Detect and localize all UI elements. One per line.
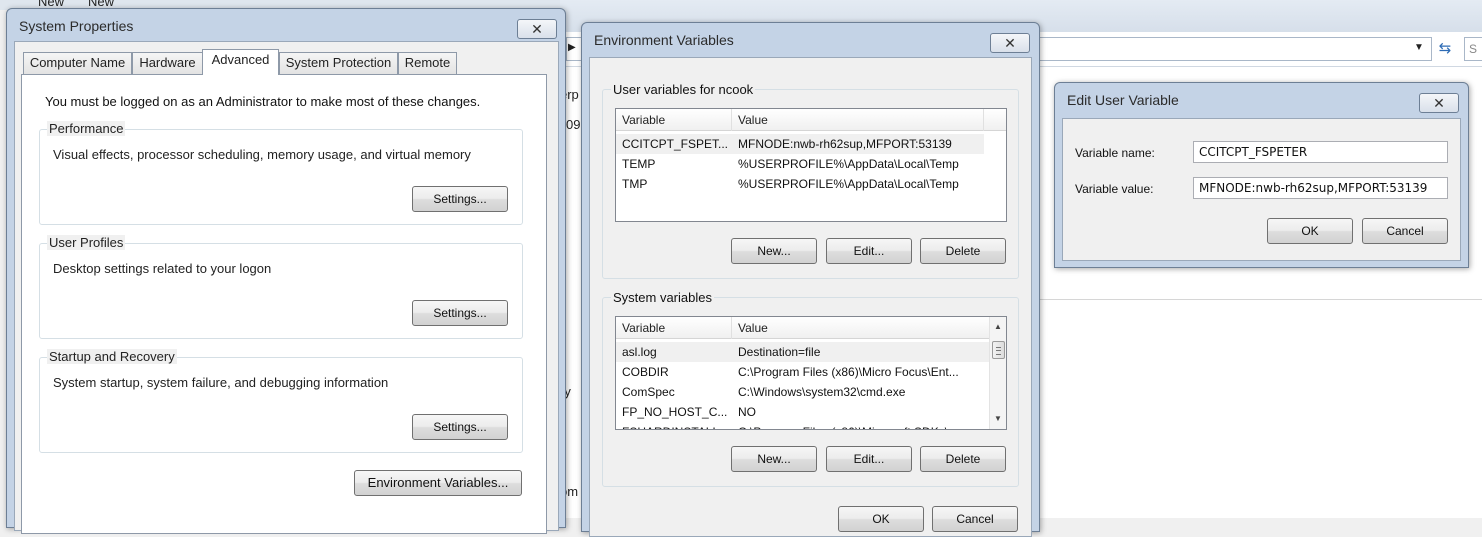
user-profiles-group: User Profiles Desktop settings related t… <box>39 235 523 339</box>
table-row[interactable]: CCITCPT_FSPET... MFNODE:nwb-rh62sup,MFPO… <box>616 134 984 154</box>
scroll-thumb[interactable] <box>992 341 1005 359</box>
column-header-variable[interactable]: Variable <box>616 109 732 131</box>
env-ok-button[interactable]: OK <box>838 506 924 532</box>
env-cancel-button[interactable]: Cancel <box>932 506 1018 532</box>
value-cell: %USERPROFILE%\AppData\Local\Temp <box>738 157 959 171</box>
value-cell: NO <box>738 405 756 419</box>
user-variables-list[interactable]: Variable Value CCITCPT_FSPET... MFNODE:n… <box>615 108 1007 222</box>
system-variables-label: System variables <box>611 290 714 305</box>
admin-note: You must be logged on as an Administrato… <box>45 94 481 109</box>
system-edit-button[interactable]: Edit... <box>826 446 912 472</box>
user-edit-button[interactable]: Edit... <box>826 238 912 264</box>
tab-advanced[interactable]: Advanced <box>202 49 279 75</box>
variable-cell: FSHARDINSTALL... <box>616 422 732 429</box>
user-new-button[interactable]: New... <box>731 238 817 264</box>
value-cell: MFNODE:nwb-rh62sup,MFPORT:53139 <box>738 137 952 151</box>
startup-recovery-group: Startup and Recovery System startup, sys… <box>39 349 523 453</box>
table-row[interactable]: ComSpec C:\Windows\system32\cmd.exe <box>616 382 990 402</box>
tab-system-protection[interactable]: System Protection <box>279 52 398 74</box>
edit-ok-button[interactable]: OK <box>1267 218 1353 244</box>
variable-value-label: Variable value: <box>1075 182 1154 196</box>
scroll-down-icon[interactable]: ▼ <box>990 411 1006 427</box>
dialog-title: System Properties <box>19 18 134 34</box>
value-cell: Destination=file <box>738 345 821 359</box>
address-dropdown-icon[interactable]: ▼ <box>1414 42 1424 53</box>
tab-remote[interactable]: Remote <box>398 52 457 74</box>
dialog-title: Environment Variables <box>594 32 734 48</box>
user-variables-label: User variables for ncook <box>611 82 756 97</box>
column-header-value[interactable]: Value <box>732 317 990 339</box>
refresh-icon[interactable]: ⇆ <box>1434 38 1456 60</box>
variable-cell: asl.log <box>622 345 657 359</box>
system-delete-button[interactable]: Delete <box>920 446 1006 472</box>
search-input[interactable]: S <box>1464 37 1482 61</box>
close-icon[interactable]: ✕ <box>990 33 1030 53</box>
background-text: 09 <box>566 117 581 132</box>
list-header: Variable Value <box>616 109 1006 131</box>
value-cell: C:\Program Files (x86)\Microsoft SDKs\..… <box>732 422 988 429</box>
value-cell: C:\Windows\system32\cmd.exe <box>738 385 906 399</box>
variable-name-label: Variable name: <box>1075 146 1155 160</box>
variable-cell: ComSpec <box>622 385 675 399</box>
variable-cell: TMP <box>622 177 648 191</box>
scroll-up-icon[interactable]: ▲ <box>990 319 1006 335</box>
column-header-value[interactable]: Value <box>732 109 984 131</box>
column-header-variable[interactable]: Variable <box>616 317 732 339</box>
variable-cell: COBDIR <box>622 365 669 379</box>
system-new-button[interactable]: New... <box>731 446 817 472</box>
vertical-scrollbar[interactable]: ▲ ▼ <box>989 317 1006 429</box>
table-row[interactable]: TMP %USERPROFILE%\AppData\Local\Temp <box>616 174 1006 194</box>
group-label: User Profiles <box>47 235 126 250</box>
variable-cell: FP_NO_HOST_C... <box>622 405 728 419</box>
performance-group: Performance Visual effects, processor sc… <box>39 121 523 225</box>
divider <box>1040 299 1482 300</box>
variable-name-field[interactable]: CCITCPT_FSPETER <box>1193 141 1448 163</box>
performance-settings-button[interactable]: Settings... <box>412 186 508 212</box>
variable-value-field[interactable]: MFNODE:nwb-rh62sup,MFPORT:53139 <box>1193 177 1448 199</box>
close-icon[interactable]: ✕ <box>517 19 557 39</box>
value-cell: %USERPROFILE%\AppData\Local\Temp <box>738 177 959 191</box>
value-cell: C:\Program Files (x86)\Micro Focus\Ent..… <box>738 365 959 379</box>
tab-computer-name[interactable]: Computer Name <box>23 52 132 74</box>
dialog-title: Edit User Variable <box>1067 92 1179 108</box>
system-variables-list[interactable]: Variable Value asl.log Destination=file … <box>615 316 1007 430</box>
startup-recovery-settings-button[interactable]: Settings... <box>412 414 508 440</box>
table-row[interactable]: FSHARDINSTALL... C:\Program Files (x86)\… <box>616 422 990 429</box>
table-row[interactable]: asl.log Destination=file <box>616 342 990 362</box>
list-header: Variable Value <box>616 317 990 339</box>
group-label: Startup and Recovery <box>47 349 177 364</box>
environment-variables-button[interactable]: Environment Variables... <box>354 470 522 496</box>
variable-cell: TEMP <box>622 157 656 171</box>
table-row[interactable]: TEMP %USERPROFILE%\AppData\Local\Temp <box>616 154 1006 174</box>
edit-cancel-button[interactable]: Cancel <box>1362 218 1448 244</box>
table-row[interactable]: COBDIR C:\Program Files (x86)\Micro Focu… <box>616 362 990 382</box>
group-label: Performance <box>47 121 126 136</box>
user-delete-button[interactable]: Delete <box>920 238 1006 264</box>
tab-hardware[interactable]: Hardware <box>132 52 203 74</box>
group-description: System startup, system failure, and debu… <box>53 375 389 390</box>
table-row[interactable]: FP_NO_HOST_C... NO <box>616 402 990 422</box>
variable-cell: CCITCPT_FSPET... <box>622 137 729 151</box>
advanced-tab-panel: You must be logged on as an Administrato… <box>21 74 547 534</box>
close-icon[interactable]: ✕ <box>1419 93 1459 113</box>
group-description: Visual effects, processor scheduling, me… <box>53 147 471 162</box>
user-profiles-settings-button[interactable]: Settings... <box>412 300 508 326</box>
breadcrumb-arrow-icon[interactable]: ▶ <box>568 42 576 53</box>
group-description: Desktop settings related to your logon <box>53 261 272 276</box>
